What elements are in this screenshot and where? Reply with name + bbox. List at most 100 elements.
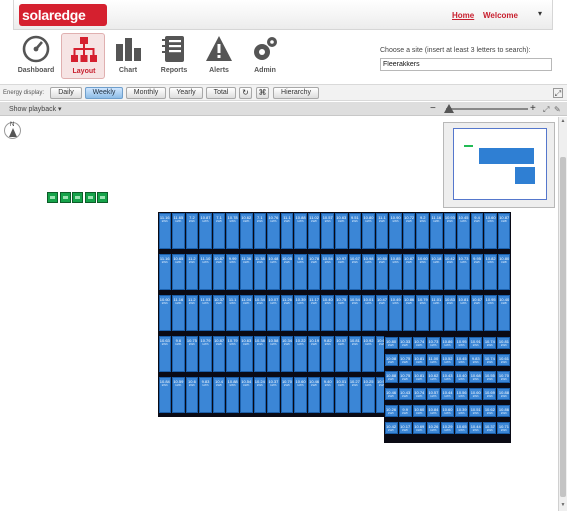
solar-module[interactable]: 10.95kWh <box>455 336 469 349</box>
solar-module[interactable]: 10.80 kWh <box>497 253 511 290</box>
solar-module[interactable]: 10.60kWh <box>440 404 455 417</box>
solar-module[interactable]: 10.42 kWh <box>443 253 457 290</box>
solar-module[interactable]: 10.01 kWh <box>335 376 348 413</box>
solar-module[interactable]: 10.25 kWh <box>362 376 375 413</box>
solar-module[interactable]: 10.72 kWh <box>402 212 416 249</box>
solar-module[interactable]: 10.59 kWh <box>172 376 185 413</box>
solar-module[interactable]: 10.27 kWh <box>348 376 362 413</box>
zoom-slider-thumb[interactable] <box>444 104 454 113</box>
solar-module[interactable]: 10.75 kWh <box>398 370 412 383</box>
solar-module[interactable]: 10.81 kWh <box>412 370 426 383</box>
solar-module[interactable]: 10.34 kWh <box>253 294 267 331</box>
solar-module[interactable]: 10.82 kWh <box>484 253 497 290</box>
solar-module[interactable]: 10.98 kWh <box>362 253 375 290</box>
solar-module[interactable]: 11.01 kWh <box>430 294 443 331</box>
solar-module[interactable]: 10.40 kWh <box>455 370 469 383</box>
solar-module[interactable]: 10.44 kWh <box>440 387 455 400</box>
solar-module[interactable]: 10.73 kWh <box>426 336 440 349</box>
nav-admin[interactable]: Admin <box>243 33 287 79</box>
solar-module[interactable]: 10.6 kWh <box>185 376 199 413</box>
solar-module[interactable]: 10.05 kWh <box>280 253 294 290</box>
solaredge-logo[interactable]: solaredge <box>19 4 107 26</box>
solar-module[interactable]: 10.34 kWh <box>280 335 294 372</box>
solar-module[interactable]: 10.87 kWh <box>212 335 226 372</box>
solar-module[interactable]: 10.69kWh <box>412 421 426 434</box>
inverter[interactable] <box>84 192 96 203</box>
solar-module[interactable]: 10.67 kWh <box>348 253 362 290</box>
solar-module[interactable]: 10.58 kWh <box>267 335 280 372</box>
solar-module[interactable]: 10.88 kWh <box>226 376 239 413</box>
solar-module[interactable]: 10.68 kWh <box>469 370 483 383</box>
solar-module[interactable]: 10.85kWh <box>389 253 402 290</box>
solar-module[interactable]: 10.74 kWh <box>412 387 426 400</box>
solar-module[interactable]: 9.6 kWh <box>172 335 185 372</box>
solar-module[interactable]: 11.65 kWh <box>172 212 185 249</box>
solar-module[interactable]: 11.38 kWh <box>253 253 267 290</box>
solar-module[interactable]: 9.2 kWh <box>416 212 430 249</box>
solar-module[interactable]: 10.65kWh <box>172 253 185 290</box>
period-yearly-button[interactable]: Yearly <box>169 87 203 99</box>
solar-module[interactable]: 11.16 kWh <box>172 294 185 331</box>
solar-module[interactable]: 10.46kWh <box>384 387 398 400</box>
settings-icon[interactable]: ✎ <box>554 105 561 114</box>
solar-module[interactable]: 10.33 kWh <box>398 336 412 349</box>
solar-module[interactable]: 10.19kWh <box>307 335 321 372</box>
solar-module[interactable]: 11.00kWh <box>426 353 440 366</box>
solar-module[interactable]: 10.07 kWh <box>335 335 348 372</box>
solar-module[interactable]: 10.62 kWh <box>426 370 440 383</box>
solar-module[interactable]: 10.60kWh <box>158 294 172 331</box>
solar-module[interactable]: 10.46kWh <box>307 376 321 413</box>
solar-module[interactable]: 11.1 kWh <box>226 294 239 331</box>
solar-module[interactable]: 10.63 kWh <box>158 335 172 372</box>
solar-module[interactable]: 10.74 kWh <box>483 353 497 366</box>
solar-module[interactable]: 10.93 kWh <box>443 212 457 249</box>
solar-module[interactable]: 10.60kWh <box>294 376 307 413</box>
period-monthly-button[interactable]: Monthly <box>126 87 166 99</box>
scroll-down-arrow-icon[interactable]: ▼ <box>559 501 567 509</box>
solar-module[interactable]: 10.83 kWh <box>443 294 457 331</box>
scroll-up-arrow-icon[interactable]: ▲ <box>559 117 567 125</box>
vertical-scrollbar[interactable]: ▲ ▼ <box>558 117 567 511</box>
solar-module[interactable]: 10.60kWh <box>412 404 426 417</box>
solar-module[interactable]: 10.79 kWh <box>199 335 212 372</box>
solar-module[interactable]: 9.82 kWh <box>321 335 334 372</box>
solar-module[interactable]: 10.24kWh <box>253 376 267 413</box>
solar-module[interactable]: 10.84 kWh <box>426 404 440 417</box>
solar-module[interactable]: 10.92 kWh <box>362 335 375 372</box>
solar-module[interactable]: 10.51 kWh <box>469 404 483 417</box>
scroll-thumb[interactable] <box>560 157 566 497</box>
solar-module[interactable]: 10.43 kWh <box>398 387 412 400</box>
solar-module[interactable]: 10.88 kWh <box>384 370 398 383</box>
solar-module[interactable]: 10.62 kWh <box>483 404 497 417</box>
solar-module[interactable]: 11.36 kWh <box>239 253 253 290</box>
module-array-secondary[interactable]: 10.80 kWh 10.33 kWh 10.74 kWh 10.73 kWh 10.86 kWh… <box>384 336 511 443</box>
solar-module[interactable]: 10.81 kWh <box>497 336 511 349</box>
solar-module[interactable]: 10.65kWh <box>455 421 469 434</box>
solar-module[interactable]: 10.54 kWh <box>348 294 362 331</box>
solar-module[interactable]: 10.67 kWh <box>470 294 484 331</box>
solar-module[interactable]: 10.39 kWh <box>455 404 469 417</box>
solar-module[interactable]: 11.17 kWh <box>307 294 321 331</box>
inverter[interactable] <box>59 192 71 203</box>
solar-module[interactable]: 10.56 kWh <box>455 387 469 400</box>
solar-module[interactable]: 9.4 kWh <box>470 212 484 249</box>
solar-module[interactable]: 11.26 kWh <box>280 294 294 331</box>
solar-module[interactable]: 10.37 kWh <box>483 421 497 434</box>
zoom-in-button[interactable]: + <box>530 103 536 114</box>
solar-module[interactable]: 10.63 kWh <box>239 335 253 372</box>
period-daily-button[interactable]: Daily <box>50 87 82 99</box>
solar-module[interactable]: 10.60kWh <box>484 212 497 249</box>
solar-module[interactable]: 10.86 kWh <box>497 404 511 417</box>
solar-module[interactable]: 10.74 kWh <box>483 336 497 349</box>
site-search-input[interactable] <box>380 58 552 71</box>
solar-module[interactable]: 11.2 kWh <box>185 253 199 290</box>
solar-module[interactable]: 10.62 kWh <box>239 212 253 249</box>
solar-module[interactable]: 11.1 kWh <box>375 212 389 249</box>
solar-module[interactable]: 11.10 kWh <box>199 253 212 290</box>
solar-module[interactable]: 10.90 kWh <box>389 212 402 249</box>
solar-module[interactable]: 11.2 kWh <box>185 294 199 331</box>
nav-layout[interactable]: Layout <box>61 33 105 79</box>
solar-module[interactable]: 9.95 kWh <box>470 253 484 290</box>
home-link[interactable]: Home <box>452 11 474 20</box>
solar-module[interactable]: 10.87 kWh <box>497 212 511 249</box>
